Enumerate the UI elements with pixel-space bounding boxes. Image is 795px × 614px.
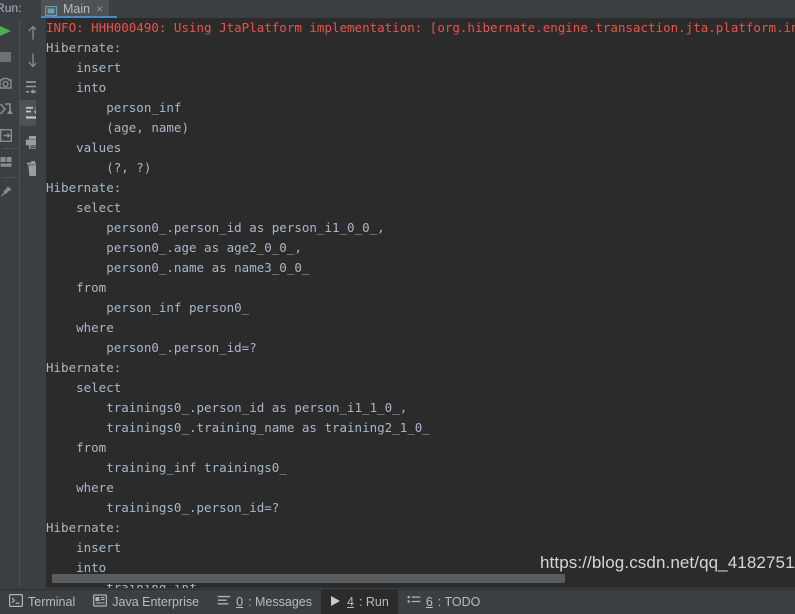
java-enterprise-icon xyxy=(93,594,108,610)
pin-tab-button[interactable] xyxy=(0,181,20,203)
toolbar-separator xyxy=(2,148,18,149)
export-arrow-icon xyxy=(0,128,20,143)
statusbar-item-java-enterprise[interactable]: Java Enterprise xyxy=(84,590,208,614)
console-line: person_inf person0_ xyxy=(46,300,257,315)
todo-icon xyxy=(407,594,421,610)
bottom-status-bar: Terminal Java Enterprise 0 : Messages 4:… xyxy=(0,589,795,614)
statusbar-label-messages: : Messages xyxy=(248,595,312,609)
toolbar-separator-2 xyxy=(2,177,18,178)
console-text: INFO: HHH000490: Using JtaPlatform imple… xyxy=(46,18,795,588)
run-tool-window: Run: Main × INFO: HHH000490: Using JtaPl… xyxy=(0,0,795,614)
console-line: trainings0_.person_id as person_i1_1_0_, xyxy=(46,400,408,415)
console-line: (age, name) xyxy=(46,120,197,135)
console-line: insert xyxy=(46,540,129,555)
run-tab-bar: Run: Main × xyxy=(0,0,795,19)
run-play-icon xyxy=(330,595,342,610)
console-line: trainings0_.training_name as training2_1… xyxy=(46,420,438,435)
console-line: from xyxy=(46,440,107,455)
horizontal-scrollbar-track[interactable] xyxy=(46,573,795,584)
run-label: Run: xyxy=(0,1,22,15)
run-toolbar-primary xyxy=(0,18,20,588)
console-line: person0_.person_id=? xyxy=(46,340,257,355)
console-line: where xyxy=(46,320,114,335)
layout-icon xyxy=(0,155,20,170)
console-line: Hibernate: xyxy=(46,40,129,55)
console-line: values xyxy=(46,140,122,155)
terminal-icon xyxy=(9,594,24,610)
console-line: insert xyxy=(46,60,129,75)
statusbar-label-java-enterprise: Java Enterprise xyxy=(112,595,200,609)
statusbar-key-messages: 0 xyxy=(236,595,244,609)
console-line: person0_.person_id as person_i1_0_0_, xyxy=(46,220,385,235)
console-line: where xyxy=(46,480,114,495)
statusbar-label-terminal: Terminal xyxy=(28,595,76,609)
console-line: training_inf trainings0_ xyxy=(46,460,295,475)
console-window-icon xyxy=(44,4,58,16)
statusbar-item-terminal[interactable]: Terminal xyxy=(0,590,84,614)
statusbar-label-run: : Run xyxy=(358,595,389,609)
console-line: person0_.name as name3_0_0_ xyxy=(46,260,317,275)
export-button[interactable] xyxy=(0,124,20,146)
console-line: Hibernate: xyxy=(46,180,129,195)
console-line: trainings0_.person_id=? xyxy=(46,500,280,515)
rerun-button[interactable] xyxy=(0,20,20,42)
console-line: (?, ?) xyxy=(46,160,152,175)
statusbar-item-run[interactable]: 4 : Run xyxy=(320,590,398,614)
statusbar-item-todo[interactable]: 6 : TODO xyxy=(398,590,490,614)
console-line: select xyxy=(46,200,122,215)
stop-square-icon xyxy=(0,50,20,64)
console-line: Hibernate: xyxy=(46,520,129,535)
restore-layout-button[interactable] xyxy=(0,98,20,120)
tab-label: Main xyxy=(63,2,91,16)
horizontal-scrollbar-thumb[interactable] xyxy=(52,574,565,583)
close-icon[interactable]: × xyxy=(95,3,103,15)
layout-button[interactable] xyxy=(0,151,20,173)
console-gutter xyxy=(36,18,46,588)
camera-icon xyxy=(0,76,20,91)
statusbar-label-todo: : TODO xyxy=(437,595,481,609)
console-line: person_inf xyxy=(46,100,182,115)
console-line: from xyxy=(46,280,107,295)
messages-icon xyxy=(217,594,231,610)
statusbar-key-run: 4 xyxy=(346,595,354,609)
stop-button[interactable] xyxy=(0,46,20,68)
statusbar-key-todo: 6 xyxy=(425,595,433,609)
console-line: INFO: HHH000490: Using JtaPlatform imple… xyxy=(46,20,795,35)
console-line: into xyxy=(46,80,107,95)
restore-icon xyxy=(0,102,20,117)
dump-threads-button[interactable] xyxy=(0,72,20,94)
console-line: select xyxy=(46,380,122,395)
pin-icon xyxy=(0,185,20,200)
statusbar-item-messages[interactable]: 0 : Messages xyxy=(208,590,321,614)
console-output[interactable]: INFO: HHH000490: Using JtaPlatform imple… xyxy=(46,18,795,588)
play-icon xyxy=(0,24,20,38)
console-line: person0_.age as age2_0_0_, xyxy=(46,240,302,255)
console-line: Hibernate: xyxy=(46,360,129,375)
